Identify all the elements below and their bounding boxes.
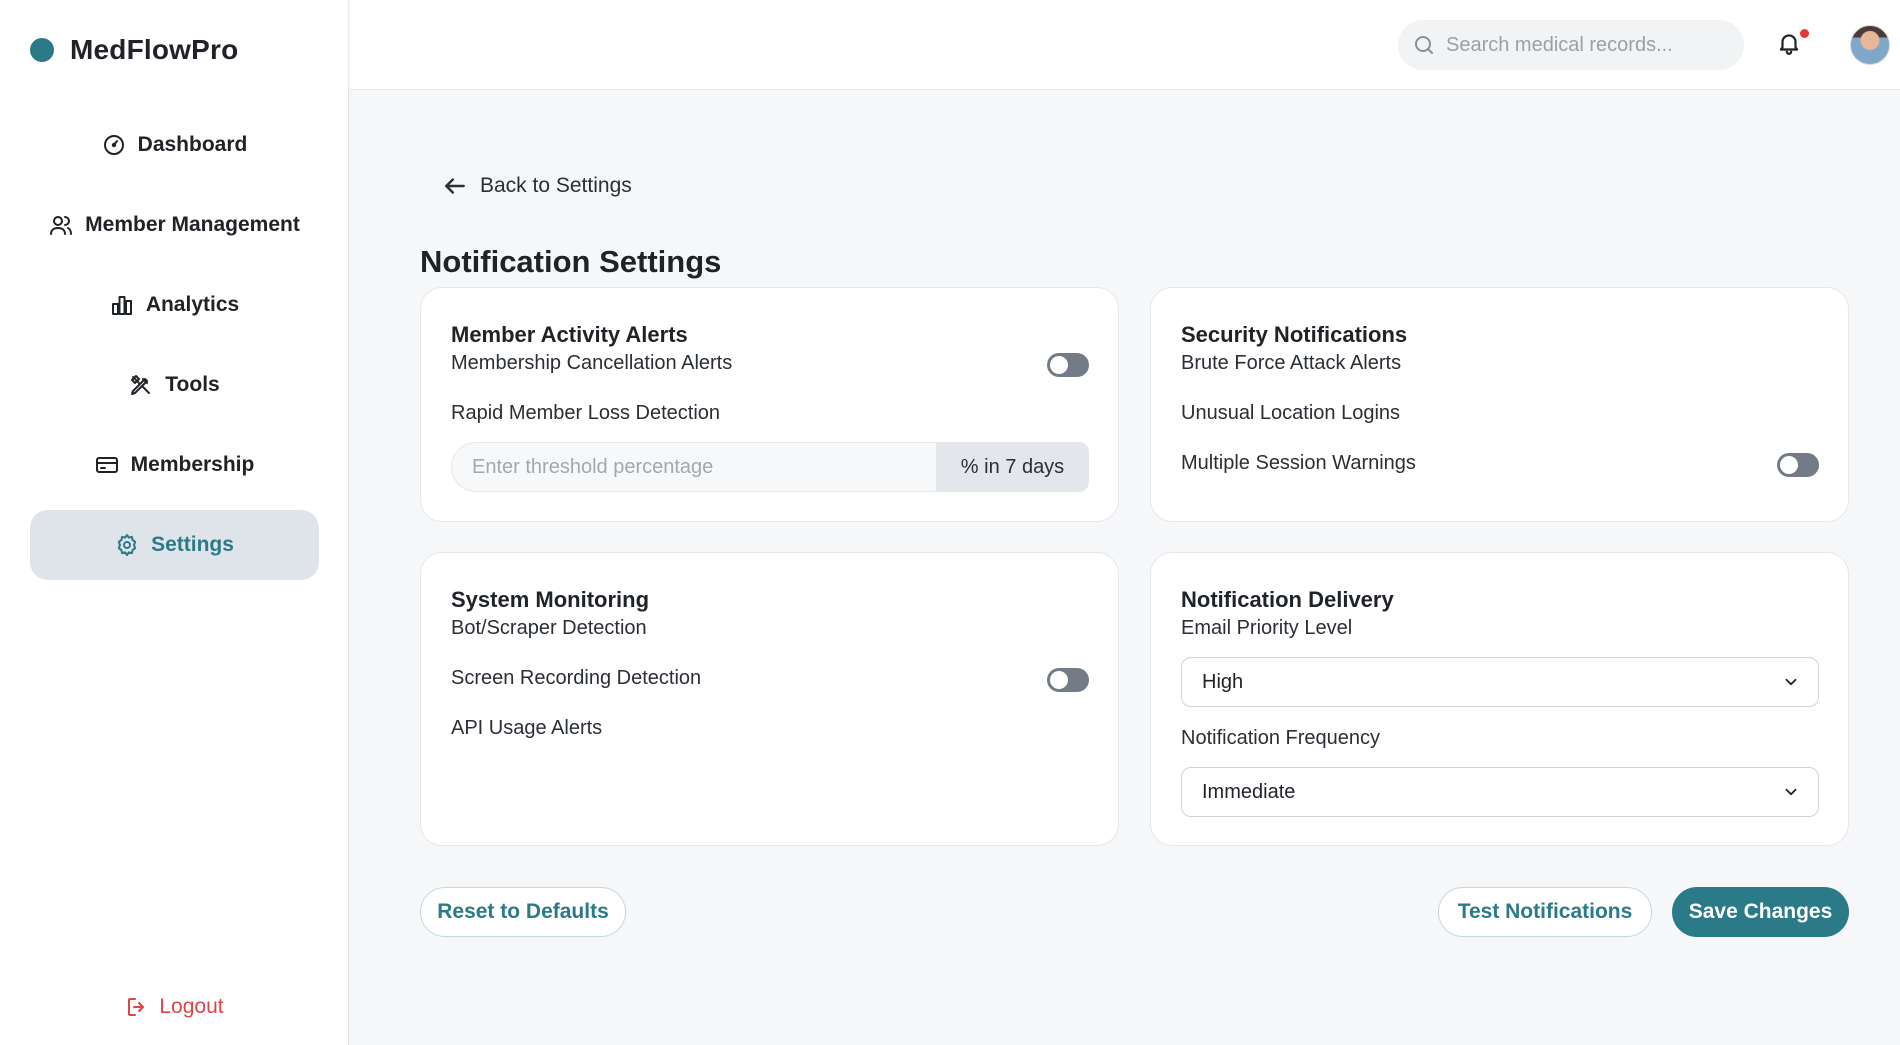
frequency-label: Notification Frequency	[1181, 727, 1380, 749]
api-usage-label: API Usage Alerts	[451, 717, 603, 739]
sidebar: MedFlowPro Dashboard Member Management A…	[0, 0, 349, 1045]
sidebar-item-analytics[interactable]: Analytics	[30, 270, 319, 340]
sidebar-item-membership[interactable]: Membership	[30, 430, 319, 500]
sidebar-item-label: Tools	[165, 373, 220, 396]
sidebar-item-label: Analytics	[145, 293, 240, 316]
screen-recording-label: Screen Recording Detection	[451, 667, 702, 689]
sidebar-item-label: Settings	[151, 533, 234, 556]
card-title: Notification Delivery	[1181, 587, 1394, 612]
sidebar-item-dashboard[interactable]: Dashboard	[30, 110, 319, 180]
gauge-icon	[103, 135, 124, 155]
top-bar	[350, 0, 1900, 90]
users-icon	[50, 216, 73, 235]
frequency-value: Immediate	[1202, 780, 1296, 803]
back-label: Back to Settings	[480, 174, 632, 197]
email-priority-value: High	[1202, 670, 1244, 693]
reset-defaults-button[interactable]: Reset to Defaults	[420, 887, 626, 937]
brand-name: MedFlowPro	[70, 34, 239, 65]
multi-session-label: Multiple Session Warnings	[1181, 452, 1416, 474]
arrow-left-icon	[445, 178, 465, 194]
unusual-location-label: Unusual Location Logins	[1181, 402, 1401, 424]
screen-recording-toggle[interactable]	[1047, 668, 1089, 692]
notification-delivery-card: Notification Delivery Email Priority Lev…	[1150, 552, 1849, 846]
user-avatar[interactable]	[1850, 25, 1890, 65]
security-card: Security Notifications Brute Force Attac…	[1150, 287, 1849, 522]
back-to-settings-link[interactable]: Back to Settings	[442, 173, 632, 199]
threshold-input[interactable]	[451, 442, 936, 492]
email-priority-select[interactable]: High	[1181, 657, 1819, 707]
search-icon	[1415, 36, 1433, 54]
sidebar-nav: Dashboard Member Management Analytics To…	[30, 110, 319, 590]
rapid-loss-label: Rapid Member Loss Detection	[451, 402, 721, 424]
gear-icon	[117, 534, 137, 556]
bot-detection-label: Bot/Scraper Detection	[451, 617, 647, 639]
search-box[interactable]	[1398, 20, 1744, 70]
card-title: Member Activity Alerts	[451, 322, 688, 347]
member-activity-card: Member Activity Alerts Membership Cancel…	[420, 287, 1119, 522]
threshold-input-group: % in 7 days	[451, 442, 1089, 492]
card-title: System Monitoring	[451, 587, 650, 612]
card-title: Security Notifications	[1181, 322, 1408, 347]
threshold-suffix: % in 7 days	[936, 442, 1089, 492]
cancellation-alerts-toggle[interactable]	[1047, 353, 1089, 377]
system-monitoring-card: System Monitoring Bot/Scraper Detection …	[420, 552, 1119, 846]
chevron-down-icon	[1785, 788, 1797, 796]
multi-session-toggle[interactable]	[1777, 453, 1819, 477]
main-content: Back to Settings Notification Settings M…	[350, 91, 1900, 1045]
chevron-down-icon	[1785, 678, 1797, 686]
search-input[interactable]	[1446, 33, 1726, 57]
sidebar-item-label: Membership	[130, 453, 255, 476]
sidebar-item-label: Member Management	[85, 213, 300, 236]
logout-icon	[128, 998, 145, 1016]
sidebar-item-tools[interactable]: Tools	[30, 350, 319, 420]
sidebar-item-member-management[interactable]: Member Management	[30, 190, 319, 260]
cancellation-alerts-label: Membership Cancellation Alerts	[451, 352, 733, 374]
tools-icon	[131, 375, 151, 395]
brute-force-label: Brute Force Attack Alerts	[1181, 352, 1402, 374]
bar-chart-icon	[111, 296, 132, 315]
test-notifications-button[interactable]: Test Notifications	[1438, 887, 1652, 937]
card-icon	[95, 457, 118, 473]
email-priority-label: Email Priority Level	[1181, 617, 1353, 639]
sidebar-item-settings[interactable]: Settings	[30, 510, 319, 580]
sidebar-item-label: Dashboard	[137, 133, 248, 156]
frequency-select[interactable]: Immediate	[1181, 767, 1819, 817]
bell-icon	[1779, 34, 1799, 55]
notification-badge	[1800, 29, 1809, 38]
brand[interactable]: MedFlowPro	[30, 34, 238, 66]
brand-logo-icon	[30, 38, 54, 62]
page-title: Notification Settings	[420, 244, 722, 279]
logout-label: Logout	[159, 995, 224, 1018]
notifications-button[interactable]	[1776, 29, 1809, 60]
save-changes-button[interactable]: Save Changes	[1672, 887, 1849, 937]
logout-button[interactable]: Logout	[0, 995, 349, 1019]
